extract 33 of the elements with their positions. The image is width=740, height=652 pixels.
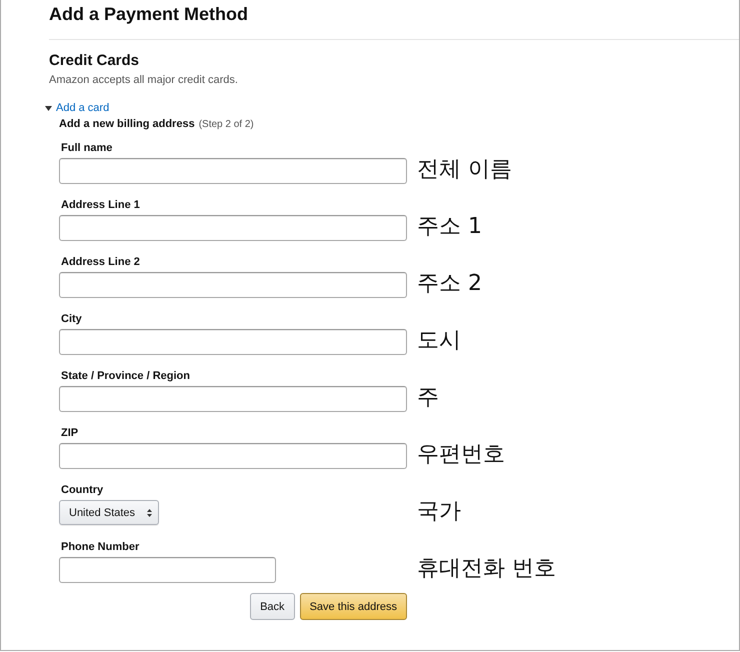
field-label: Full name	[61, 141, 112, 155]
field-label: Address Line 2	[61, 255, 140, 269]
input-field[interactable]	[59, 386, 407, 412]
annotation-text: 주	[417, 385, 440, 411]
field-label: Phone Number	[61, 540, 140, 554]
section-title: Credit Cards	[49, 52, 140, 70]
annotation-text: 우편번호	[417, 442, 506, 468]
input-field[interactable]	[59, 215, 407, 241]
up-down-arrows-icon	[147, 508, 152, 516]
country-dropdown[interactable]: United States	[59, 500, 159, 525]
input-field[interactable]	[59, 329, 407, 355]
field-label: Country	[61, 483, 104, 497]
save-button[interactable]: Save this address	[300, 593, 407, 620]
page-title: Add a Payment Method	[49, 3, 248, 25]
field-label: Address Line 1	[61, 198, 140, 212]
form-title: Add a new billing address	[59, 118, 195, 130]
step-indicator: (Step 2 of 2)	[198, 119, 254, 130]
annotation-text: 전체 이름	[417, 157, 513, 183]
annotation-text: 도시	[417, 328, 462, 354]
annotation-text: 휴대전화 번호	[417, 556, 557, 582]
add-card-link[interactable]: Add a card	[56, 102, 110, 114]
input-field[interactable]	[59, 272, 407, 298]
field-label: State / Province / Region	[61, 369, 190, 383]
field-label: ZIP	[61, 426, 78, 440]
input-field[interactable]	[59, 557, 276, 583]
annotation-text: 주소 2	[417, 271, 483, 297]
annotation-text: 국가	[417, 499, 462, 525]
back-button[interactable]: Back	[250, 593, 295, 620]
input-field[interactable]	[59, 443, 407, 469]
field-label: City	[61, 312, 82, 326]
input-field[interactable]	[59, 158, 407, 184]
section-subtitle: Amazon accepts all major credit cards.	[49, 74, 238, 86]
annotation-text: 주소 1	[417, 214, 483, 240]
